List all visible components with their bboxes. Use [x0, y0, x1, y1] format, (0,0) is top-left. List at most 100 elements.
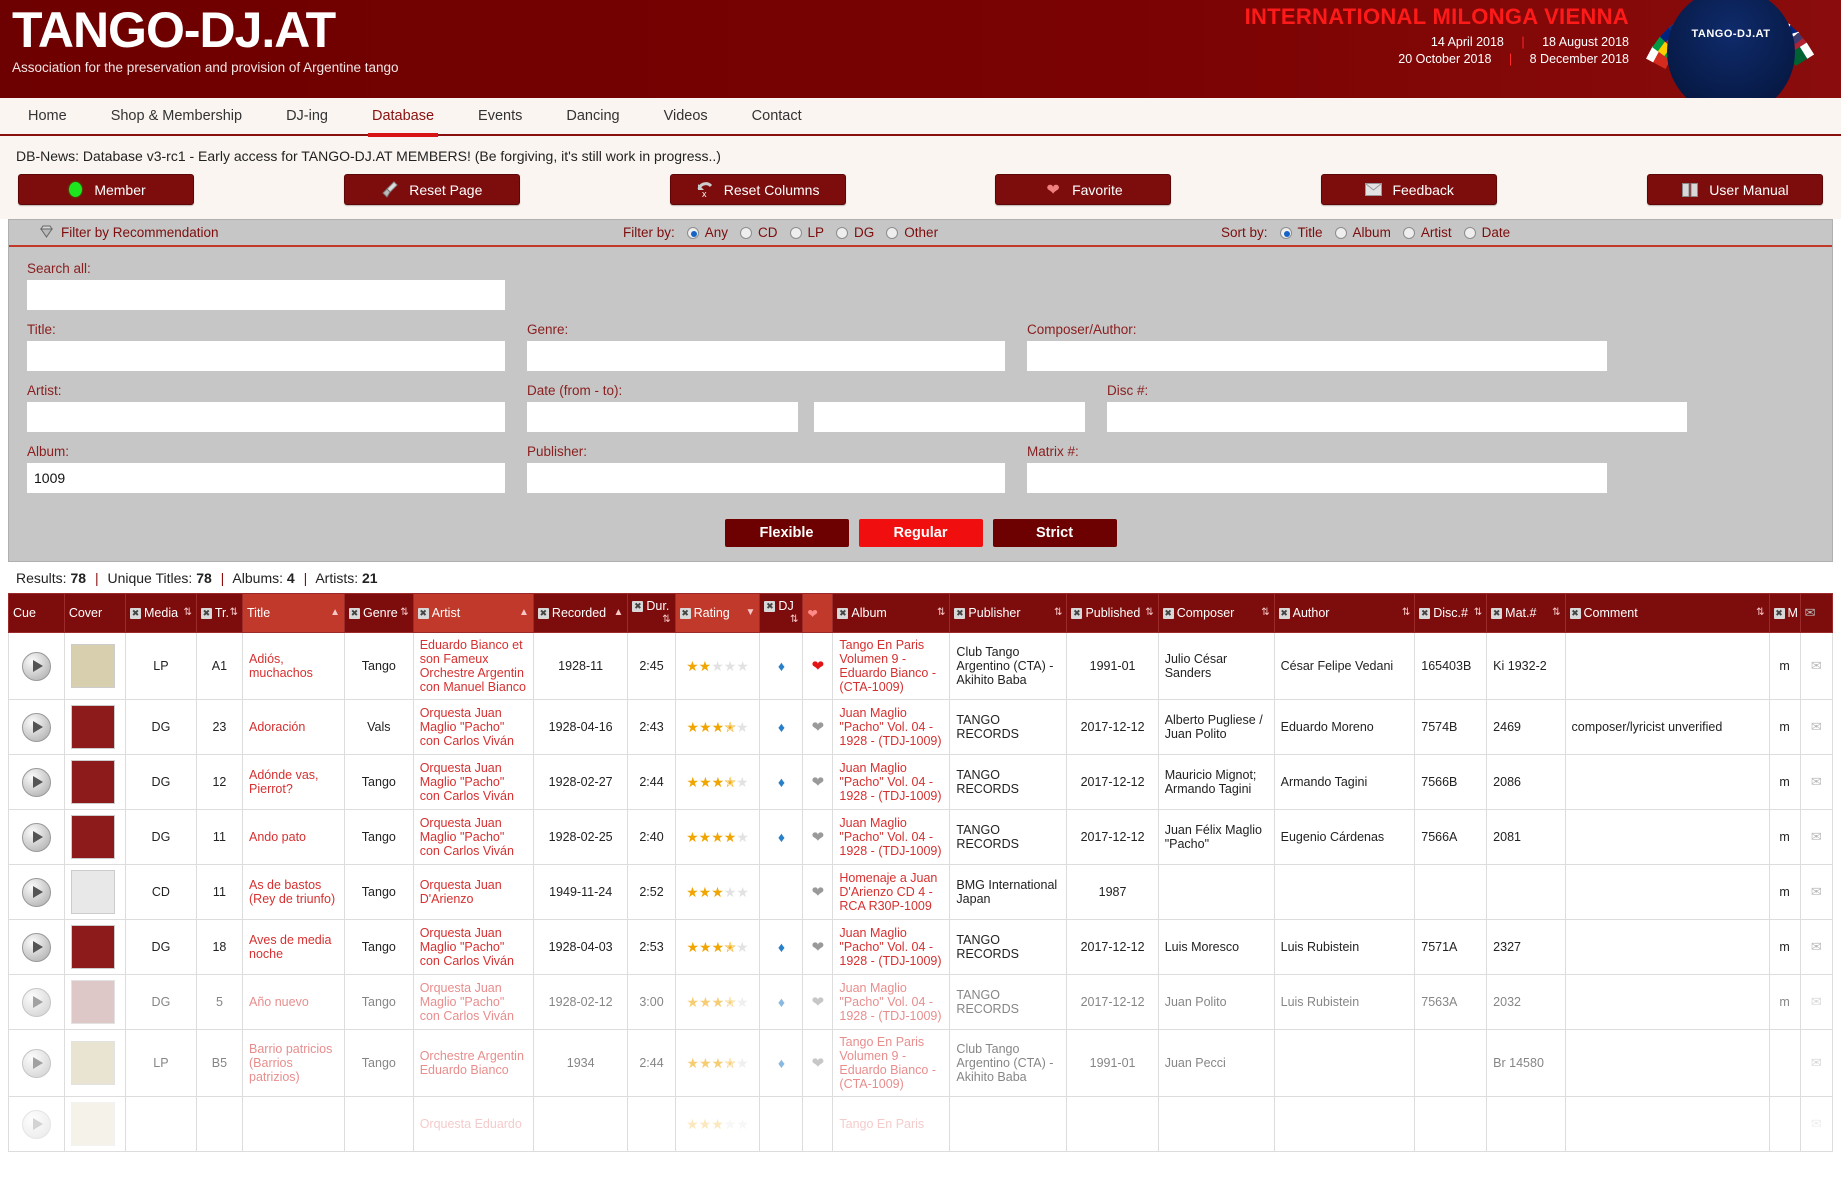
cell-dj[interactable]	[759, 1096, 804, 1152]
cell-rating[interactable]: ★★★★★	[674, 809, 761, 865]
cell-rating[interactable]: ★★★✭★	[674, 699, 761, 755]
reset-page-button[interactable]: Reset Page	[343, 174, 520, 205]
sort-asc-icon[interactable]: ▲	[613, 606, 623, 620]
hide-column-icon[interactable]: ✖	[417, 608, 429, 619]
sort-arrows-icon[interactable]: ⇅	[790, 613, 798, 627]
member-button[interactable]: Member	[18, 174, 194, 205]
rating-stars[interactable]: ★★★✭★	[687, 1055, 749, 1071]
nav-item-events[interactable]: Events	[456, 97, 544, 135]
cell-title[interactable]: Aves de media noche	[242, 919, 345, 975]
artist-input[interactable]	[27, 402, 505, 432]
dj-recommend-icon[interactable]: ♦	[778, 994, 785, 1010]
play-button[interactable]	[21, 987, 51, 1017]
col-tr[interactable]: ✖ Tr. ⇅	[195, 593, 244, 633]
matrix-input[interactable]	[1027, 463, 1607, 493]
cell-album[interactable]: Tango En Paris	[832, 1096, 951, 1152]
cell-favorite[interactable]: ❤	[802, 632, 834, 700]
cell-cover[interactable]	[63, 974, 127, 1030]
cell-rating[interactable]: ★★★★★	[674, 1096, 761, 1152]
cell-cover[interactable]	[63, 699, 127, 755]
cell-cover[interactable]	[63, 754, 127, 810]
table-row[interactable]: DG 18 Aves de media noche Tango Orquesta Jua…	[8, 919, 1834, 975]
rating-stars[interactable]: ★★★✭★	[687, 774, 749, 790]
play-button[interactable]	[21, 651, 51, 681]
cell-artist[interactable]: Orchestre Argentin Eduardo Bianco	[412, 1029, 534, 1097]
col-composer[interactable]: ✖ Composer ⇅	[1157, 593, 1275, 633]
col-favorite[interactable]: ❤	[802, 593, 834, 633]
cell-title[interactable]: As de bastos (Rey de triunfo)	[242, 864, 345, 920]
cell-cover[interactable]	[63, 1029, 127, 1097]
search-mode-regular[interactable]: Regular	[858, 519, 983, 547]
user-manual-button[interactable]: User Manual	[1646, 174, 1823, 205]
cell-rating[interactable]: ★★★✭★	[674, 1029, 761, 1097]
cell-dj[interactable]: ♦	[759, 919, 804, 975]
cell-artist[interactable]: Orquesta Juan Maglio "Pacho" con Carlos …	[412, 754, 534, 810]
cell-mail[interactable]: ✉	[1799, 919, 1834, 975]
cell-dj[interactable]: ♦	[759, 632, 804, 700]
envelope-icon[interactable]: ✉	[1811, 884, 1822, 899]
disc-input[interactable]	[1107, 402, 1687, 432]
col-matrix[interactable]: ✖ Mat.# ⇅	[1486, 593, 1566, 633]
hide-column-icon[interactable]: ✖	[1162, 608, 1174, 619]
hide-column-icon[interactable]: ✖	[1071, 608, 1083, 619]
hide-column-icon[interactable]: ✖	[632, 601, 644, 612]
radio-sort-date[interactable]	[1463, 226, 1476, 239]
cell-dj[interactable]: ♦	[759, 754, 804, 810]
cell-mail[interactable]: ✉	[1799, 864, 1834, 920]
milonga-banner[interactable]: INTERNATIONAL MILONGA VIENNA 14 April 20…	[1245, 4, 1629, 66]
cell-favorite[interactable]	[802, 1096, 834, 1152]
sort-asc-icon[interactable]: ▲	[519, 606, 529, 620]
hide-column-icon[interactable]: ✖	[130, 608, 141, 619]
cell-mail[interactable]: ✉	[1799, 754, 1834, 810]
sort-arrows-icon[interactable]: ⇅	[662, 613, 670, 627]
favorite-icon[interactable]: ❤	[812, 939, 825, 956]
radio-filter-any[interactable]	[686, 226, 699, 239]
col-cover[interactable]: Cover	[63, 593, 127, 633]
rating-stars[interactable]: ★★★★★	[686, 884, 749, 900]
cell-artist[interactable]: Eduardo Bianco et son Fameux Orchestre A…	[412, 632, 534, 700]
cell-artist[interactable]: Orquesta Juan Maglio "Pacho" con Carlos …	[412, 699, 534, 755]
cell-album[interactable]: Juan Maglio "Pacho" Vol. 04 - 1928 - (TD…	[832, 754, 951, 810]
cell-cover[interactable]	[63, 864, 127, 920]
envelope-icon[interactable]: ✉	[1811, 658, 1822, 673]
title-input[interactable]	[27, 341, 505, 371]
cell-album[interactable]: Juan Maglio "Pacho" Vol. 04 - 1928 - (TD…	[832, 919, 951, 975]
favorite-icon[interactable]: ❤	[812, 719, 825, 736]
radio-filter-dg[interactable]	[836, 226, 849, 239]
search-all-input[interactable]	[27, 280, 505, 310]
sort-asc-icon[interactable]: ▲	[330, 606, 340, 620]
nav-item-shop-membership[interactable]: Shop & Membership	[89, 97, 264, 135]
col-album[interactable]: ✖ Album ⇅	[832, 593, 951, 633]
dj-recommend-icon[interactable]: ♦	[778, 829, 785, 845]
cell-cue[interactable]	[8, 1096, 65, 1152]
brand[interactable]: TANGO-DJ.AT Association for the preserva…	[12, 2, 399, 75]
cell-favorite[interactable]: ❤	[802, 919, 834, 975]
cell-title[interactable]	[242, 1096, 345, 1152]
favorite-icon[interactable]: ❤	[812, 829, 825, 846]
rating-stars[interactable]: ★★★★★	[686, 829, 749, 845]
cell-rating[interactable]: ★★★✭★	[674, 974, 761, 1030]
sort-arrows-icon[interactable]: ⇅	[1402, 606, 1410, 620]
cell-cue[interactable]	[8, 632, 65, 700]
cell-dj[interactable]: ♦	[759, 974, 804, 1030]
dj-recommend-icon[interactable]: ♦	[778, 658, 785, 674]
table-row[interactable]: Orquesta Eduardo ★★★★★ Tango En Paris ✉	[8, 1096, 1834, 1152]
sort-arrows-icon[interactable]: ⇅	[400, 606, 408, 620]
col-cue[interactable]: Cue	[8, 593, 65, 633]
table-row[interactable]: LP B5 Barrio patricios (Barrios patrizios)…	[8, 1029, 1834, 1097]
hide-column-icon[interactable]: ✖	[764, 601, 776, 612]
cell-album[interactable]: Homenaje a Juan D'Arienzo CD 4 - RCA R30…	[832, 864, 951, 920]
cell-title[interactable]: Ando pato	[242, 809, 345, 865]
date-from-input[interactable]	[527, 402, 798, 432]
radio-filter-cd[interactable]	[740, 226, 753, 239]
sort-arrows-icon[interactable]: ⇅	[1552, 606, 1560, 620]
cell-cover[interactable]	[63, 632, 127, 700]
play-button[interactable]	[21, 822, 51, 852]
radio-sort-album[interactable]	[1334, 226, 1347, 239]
cell-title[interactable]: Adiós, muchachos	[242, 632, 345, 700]
play-button[interactable]	[21, 767, 51, 797]
dj-recommend-icon[interactable]: ♦	[778, 939, 785, 955]
genre-input[interactable]	[527, 341, 1005, 371]
cell-dj[interactable]: ♦	[759, 809, 804, 865]
table-row[interactable]: DG 23 Adoración Vals Orquesta Juan Maglio "P…	[8, 699, 1834, 755]
